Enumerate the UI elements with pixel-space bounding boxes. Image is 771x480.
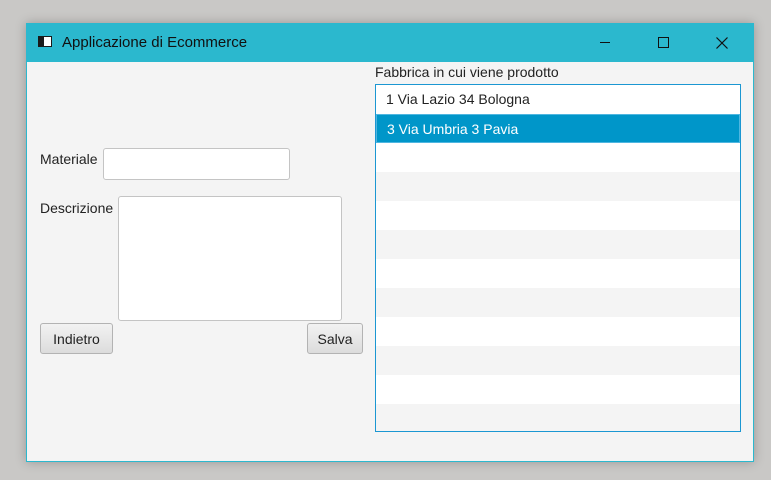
list-empty-row xyxy=(376,317,740,346)
back-button[interactable]: Indietro xyxy=(40,323,113,354)
descrizione-label: Descrizione xyxy=(40,200,114,216)
list-empty-row xyxy=(376,259,740,288)
minimize-icon xyxy=(600,42,610,43)
maximize-icon xyxy=(658,37,669,48)
title-bar[interactable]: Applicazione di Ecommerce xyxy=(27,24,753,62)
close-icon xyxy=(716,37,728,49)
factory-list-item[interactable]: 1 Via Lazio 34 Bologna xyxy=(376,85,740,114)
app-window: Applicazione di Ecommerce Materiale Desc… xyxy=(26,23,754,462)
list-empty-row xyxy=(376,230,740,259)
list-empty-row xyxy=(376,201,740,230)
factory-list-label: Fabbrica in cui viene prodotto xyxy=(375,64,559,80)
list-empty-row xyxy=(376,404,740,431)
list-empty-row xyxy=(376,346,740,375)
list-empty-row xyxy=(376,375,740,404)
materiale-input[interactable] xyxy=(103,148,290,180)
maximize-button[interactable] xyxy=(639,24,689,62)
app-icon xyxy=(38,36,52,47)
list-empty-row xyxy=(376,143,740,172)
factory-list-item-selected[interactable]: 3 Via Umbria 3 Pavia xyxy=(376,114,740,143)
factory-list[interactable]: 1 Via Lazio 34 Bologna 3 Via Umbria 3 Pa… xyxy=(375,84,741,432)
minimize-button[interactable] xyxy=(580,24,630,62)
list-empty-row xyxy=(376,288,740,317)
window-title: Applicazione di Ecommerce xyxy=(62,34,248,51)
descrizione-textarea[interactable] xyxy=(118,196,342,321)
save-button[interactable]: Salva xyxy=(307,323,363,354)
materiale-label: Materiale xyxy=(40,151,98,167)
close-button[interactable] xyxy=(699,24,749,62)
list-empty-row xyxy=(376,172,740,201)
